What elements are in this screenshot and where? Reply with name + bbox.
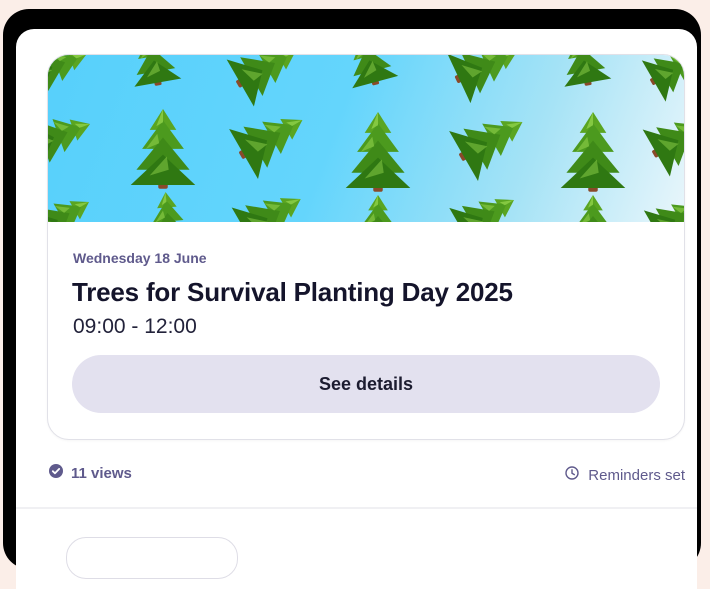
event-card[interactable]: Wednesday 18 June Trees for Survival Pla… (47, 54, 685, 440)
reminders-status[interactable]: Reminders set (565, 466, 685, 484)
screen: Wednesday 18 June Trees for Survival Pla… (16, 29, 697, 589)
views-count: 11 views (49, 464, 132, 482)
views-label: 11 views (71, 464, 132, 482)
next-item-pill[interactable] (66, 537, 238, 579)
event-title: Trees for Survival Planting Day 2025 (72, 277, 513, 307)
check-circle-icon (49, 464, 63, 482)
see-details-button[interactable]: See details (72, 355, 660, 413)
tree-pattern-image (48, 55, 684, 222)
device-frame: Wednesday 18 June Trees for Survival Pla… (3, 9, 701, 589)
event-banner (48, 55, 684, 222)
reminders-label: Reminders set (588, 466, 685, 484)
section-divider (16, 507, 697, 509)
event-time: 09:00 - 12:00 (73, 315, 197, 338)
event-date: Wednesday 18 June (73, 250, 207, 266)
clock-icon (565, 466, 579, 484)
